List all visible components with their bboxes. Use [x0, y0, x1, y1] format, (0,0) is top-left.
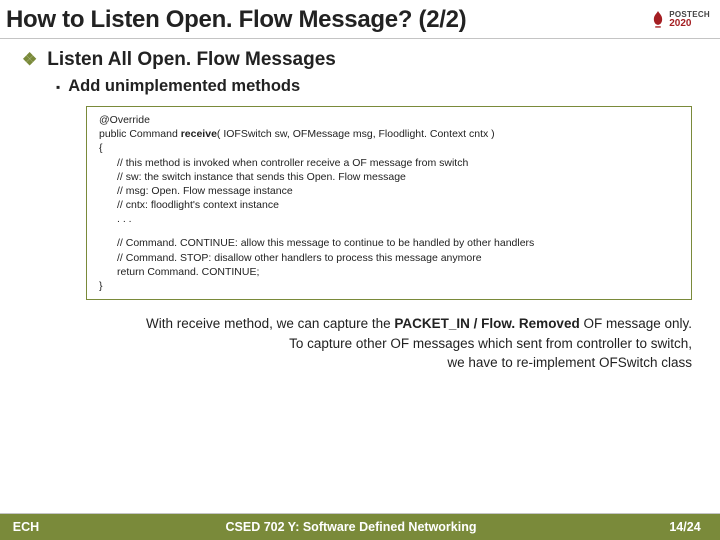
note-line: we have to re-implement OFSwitch class [28, 353, 692, 373]
slide-footer: ECH CSED 702 Y: Software Defined Network… [0, 514, 720, 540]
code-line: // Command. CONTINUE: allow this message… [99, 236, 681, 250]
code-line: // this method is invoked when controlle… [99, 156, 681, 170]
code-line: } [99, 279, 681, 293]
slide-body: ❖ Listen All Open. Flow Messages ▪ Add u… [0, 49, 720, 373]
code-line: . . . [99, 212, 681, 226]
code-block: @Override public Command receive( IOFSwi… [86, 106, 692, 300]
note-line: To capture other OF messages which sent … [28, 334, 692, 354]
slide-header: How to Listen Open. Flow Message? (2/2) … [0, 0, 720, 38]
divider [0, 38, 720, 39]
postech-logo: POSTECH 2020 [651, 11, 710, 29]
spacer [99, 226, 681, 236]
footer-center: CSED 702 Y: Software Defined Networking [52, 520, 650, 534]
fleuron-bullet-icon: ❖ [22, 50, 37, 70]
code-line: // msg: Open. Flow message instance [99, 184, 681, 198]
flame-icon [651, 11, 665, 29]
square-bullet-icon: ▪ [56, 80, 60, 94]
sub-heading: ▪ Add unimplemented methods [56, 77, 698, 96]
code-line: @Override [99, 113, 681, 127]
subheading-text: Add unimplemented methods [68, 77, 300, 96]
code-line: // Command. STOP: disallow other handler… [99, 251, 681, 265]
code-line: // cntx: floodlight's context instance [99, 198, 681, 212]
slide-title: How to Listen Open. Flow Message? (2/2) [6, 6, 466, 34]
code-line: return Command. CONTINUE; [99, 265, 681, 279]
heading-text: Listen All Open. Flow Messages [47, 49, 336, 71]
code-line: // sw: the switch instance that sends th… [99, 170, 681, 184]
code-line: public Command receive( IOFSwitch sw, OF… [99, 127, 681, 141]
code-line: { [99, 141, 681, 155]
note-line: With receive method, we can capture the … [28, 314, 692, 334]
notes-block: With receive method, we can capture the … [28, 314, 692, 373]
page-number: 14/24 [650, 520, 720, 534]
logo-text-bottom: 2020 [669, 19, 710, 29]
footer-left: ECH [0, 520, 52, 534]
section-heading: ❖ Listen All Open. Flow Messages [22, 49, 698, 71]
